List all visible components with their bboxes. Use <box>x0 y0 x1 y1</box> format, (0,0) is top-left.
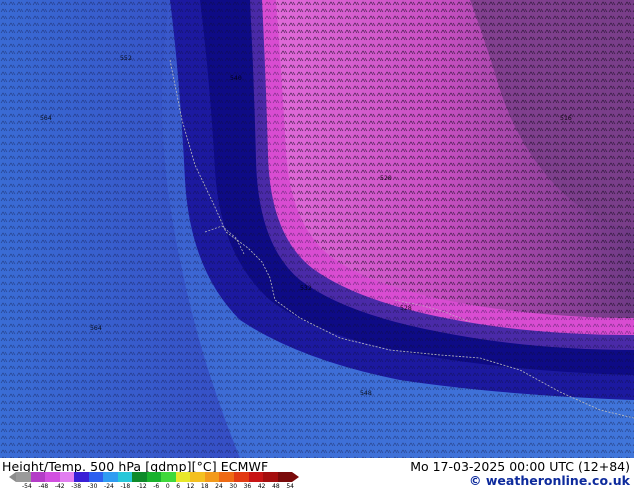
colorbar-swatch <box>146 472 162 482</box>
colorbar-swatch <box>204 472 220 482</box>
contour-label-far-field: 564 <box>40 114 52 122</box>
contour-label-far-field: 564 <box>90 324 102 332</box>
colorbar-swatch <box>277 472 293 482</box>
colorbar-swatch <box>190 472 205 482</box>
colorbar-swatch <box>30 472 46 482</box>
colorbar-swatch <box>59 472 75 482</box>
colorbar-swatch <box>117 472 133 482</box>
colorbar-max-arrow-icon <box>292 472 299 482</box>
contour-label-core: 520 <box>380 174 392 182</box>
colorbar-swatch <box>16 472 31 482</box>
colorbar-swatch <box>233 472 249 482</box>
valid-time: Mo 17-03-2025 00:00 UTC (12+84) <box>410 459 630 474</box>
contour-label-ring-outer: 532 <box>300 284 312 292</box>
colorbar-swatch <box>103 472 118 482</box>
colorbar-min-arrow-icon <box>9 472 16 482</box>
contour-label-band-mid: 548 <box>360 389 372 397</box>
footer: Height/Temp. 500 hPa [gdmp][°C] ECMWF Mo… <box>0 458 634 490</box>
contour-label-west-field: 552 <box>120 54 132 62</box>
contour-label-ring-inner: 528 <box>400 304 412 312</box>
colorbar-swatch <box>132 472 147 482</box>
contour-label-core-inner: 516 <box>560 114 572 122</box>
credit-link[interactable]: © weatheronline.co.uk <box>469 473 630 488</box>
colorbar-swatch <box>45 472 60 482</box>
colorbar-swatch <box>161 472 176 482</box>
colorbar-swatch <box>263 472 278 482</box>
colorbar-swatch <box>248 472 264 482</box>
colorbar-swatch <box>74 472 89 482</box>
contour-label-band-inner: 540 <box>230 74 242 82</box>
colorbar-swatch <box>88 472 104 482</box>
colorbar <box>16 472 293 482</box>
colorbar-swatch <box>175 472 191 482</box>
colorbar-swatch <box>219 472 234 482</box>
weather-map: 564 564 552 548 540 532 528 520 516 <box>0 0 634 458</box>
